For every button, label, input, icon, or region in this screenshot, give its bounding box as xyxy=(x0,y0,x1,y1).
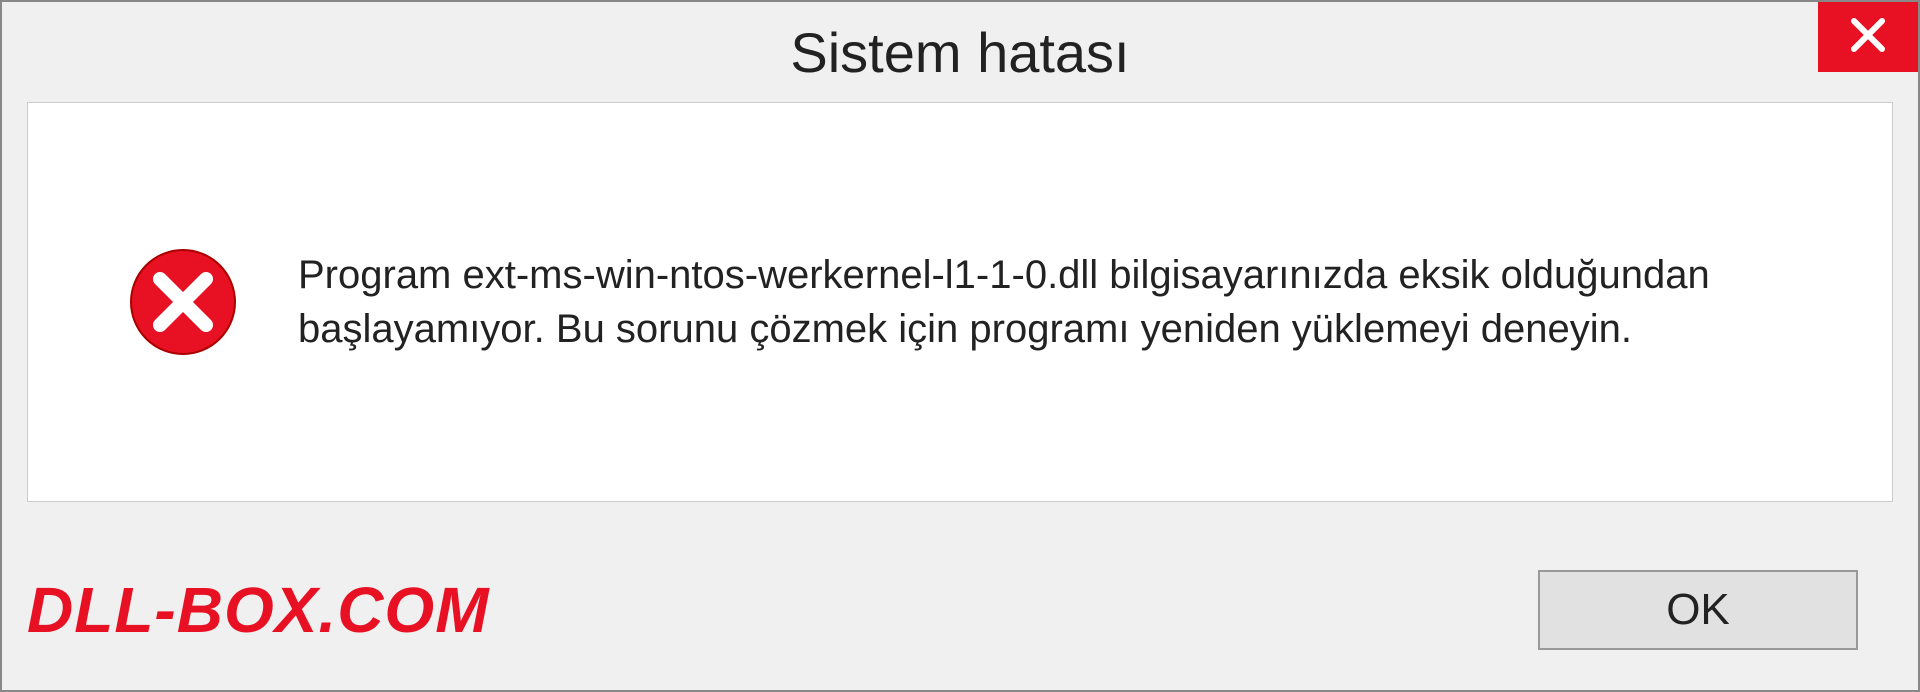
footer: DLL-BOX.COM OK xyxy=(2,530,1918,690)
close-icon xyxy=(1848,15,1888,60)
content-area: Program ext-ms-win-ntos-werkernel-l1-1-0… xyxy=(27,102,1893,502)
watermark-text: DLL-BOX.COM xyxy=(27,573,490,647)
error-message: Program ext-ms-win-ntos-werkernel-l1-1-0… xyxy=(298,248,1812,356)
ok-button[interactable]: OK xyxy=(1538,570,1858,650)
error-icon xyxy=(128,247,238,357)
dialog-title: Sistem hatası xyxy=(790,20,1129,85)
titlebar: Sistem hatası xyxy=(2,2,1918,102)
close-button[interactable] xyxy=(1818,2,1918,72)
